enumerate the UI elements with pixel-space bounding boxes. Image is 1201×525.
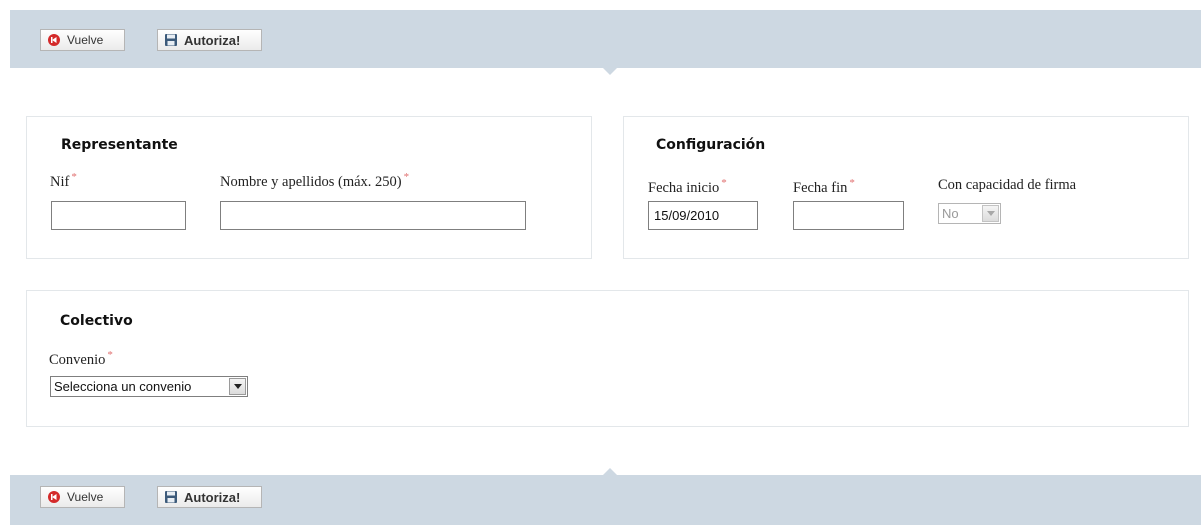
authorize-button[interactable]: Autoriza! — [157, 29, 262, 51]
required-mark: * — [107, 349, 113, 361]
end-date-label: Fecha fin * — [793, 177, 855, 196]
sign-capacity-value: No — [942, 206, 959, 221]
toolbar-pointer — [603, 468, 617, 475]
representante-panel: Representante Nif * Nombre y apellidos (m… — [26, 116, 592, 259]
representante-title: Representante — [61, 137, 178, 153]
convenio-select[interactable]: Selecciona un convenio — [50, 376, 248, 397]
back-button-label: Vuelve — [67, 490, 104, 504]
required-mark: * — [71, 171, 77, 183]
start-date-label: Fecha inicio * — [648, 177, 727, 196]
floppy-disk-icon — [164, 490, 178, 504]
convenio-label: Convenio * — [49, 349, 113, 368]
configuracion-panel: Configuración Fecha inicio* Fecha fin* C… — [623, 116, 1189, 259]
colectivo-panel: Colectivo Convenio * Selecciona un conven… — [26, 290, 1189, 427]
convenio-value: Selecciona un convenio — [54, 379, 192, 394]
authorize-button[interactable]: Autoriza! — [157, 486, 262, 508]
bottom-toolbar: Vuelve Autoriza! — [10, 475, 1201, 525]
back-arrow-icon — [47, 33, 61, 47]
top-toolbar: Vuelve Autoriza! — [10, 10, 1201, 68]
name-label: Nombre y apellidos (máx. 250) * — [220, 171, 410, 190]
chevron-down-icon — [229, 378, 246, 395]
floppy-disk-icon — [164, 33, 178, 47]
toolbar-pointer — [603, 68, 617, 75]
required-mark: * — [849, 177, 855, 189]
required-mark: * — [403, 171, 410, 183]
start-date-input[interactable] — [648, 201, 758, 230]
nif-label: Nif * — [50, 171, 77, 190]
nif-input[interactable] — [51, 201, 186, 230]
chevron-down-icon — [982, 205, 999, 222]
sign-capacity-label: Con capacidad de firma — [938, 177, 1077, 193]
back-button[interactable]: Vuelve — [40, 29, 125, 51]
authorize-button-label: Autoriza! — [184, 489, 241, 505]
end-date-input[interactable] — [793, 201, 904, 230]
sign-capacity-select[interactable]: No — [938, 203, 1001, 224]
required-mark: * — [721, 177, 727, 189]
name-input[interactable] — [220, 201, 526, 230]
back-arrow-icon — [47, 490, 61, 504]
authorize-button-label: Autoriza! — [184, 32, 241, 48]
back-button-label: Vuelve — [67, 33, 104, 47]
configuracion-title: Configuración — [656, 137, 766, 153]
back-button[interactable]: Vuelve — [40, 486, 125, 508]
colectivo-title: Colectivo — [60, 313, 133, 329]
